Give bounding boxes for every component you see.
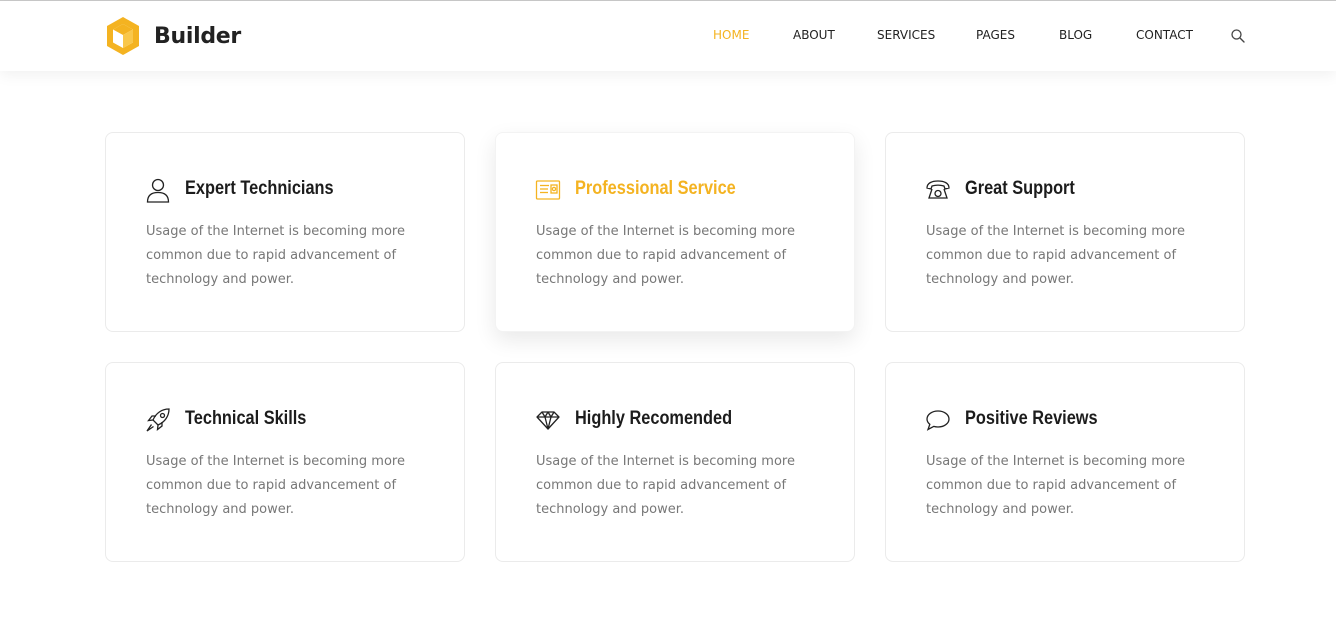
certificate-icon xyxy=(535,177,561,203)
feature-title: Expert Technicians xyxy=(185,178,334,199)
feature-title: Professional Service xyxy=(575,178,736,199)
feature-description: Usage of the Internet is becoming more c… xyxy=(536,454,795,517)
nav-home[interactable]: HOME xyxy=(713,28,749,42)
nav-pages[interactable]: PAGES xyxy=(976,28,1015,42)
feature-card-great-support[interactable]: Great Support Usage of the Internet is b… xyxy=(885,132,1245,332)
diamond-icon xyxy=(535,407,561,433)
feature-description: Usage of the Internet is becoming more c… xyxy=(146,224,405,287)
feature-description: Usage of the Internet is becoming more c… xyxy=(146,454,405,517)
feature-title: Positive Reviews xyxy=(965,408,1098,429)
feature-card-technical-skills[interactable]: Technical Skills Usage of the Internet i… xyxy=(105,362,465,562)
feature-title: Great Support xyxy=(965,178,1075,199)
search-icon[interactable] xyxy=(1230,28,1246,44)
feature-title: Technical Skills xyxy=(185,408,307,429)
main-nav: HOME ABOUT SERVICES PAGES BLOG CONTACT xyxy=(0,28,1336,48)
nav-services[interactable]: SERVICES xyxy=(877,28,935,42)
nav-about[interactable]: ABOUT xyxy=(793,28,835,42)
phone-icon xyxy=(925,177,951,203)
chat-bubble-icon xyxy=(925,407,951,433)
nav-blog[interactable]: BLOG xyxy=(1059,28,1092,42)
nav-contact[interactable]: CONTACT xyxy=(1136,28,1193,42)
feature-description: Usage of the Internet is becoming more c… xyxy=(536,224,795,287)
feature-card-professional-service[interactable]: Professional Service Usage of the Intern… xyxy=(495,132,855,332)
feature-description: Usage of the Internet is becoming more c… xyxy=(926,454,1185,517)
rocket-icon xyxy=(145,407,171,433)
site-header: Builder HOME ABOUT SERVICES PAGES BLOG C… xyxy=(0,1,1336,71)
feature-title: Highly Recomended xyxy=(575,408,733,429)
feature-card-expert-technicians[interactable]: Expert Technicians Usage of the Internet… xyxy=(105,132,465,332)
feature-card-positive-reviews[interactable]: Positive Reviews Usage of the Internet i… xyxy=(885,362,1245,562)
feature-card-highly-recomended[interactable]: Highly Recomended Usage of the Internet … xyxy=(495,362,855,562)
feature-description: Usage of the Internet is becoming more c… xyxy=(926,224,1185,287)
user-icon xyxy=(145,177,171,203)
